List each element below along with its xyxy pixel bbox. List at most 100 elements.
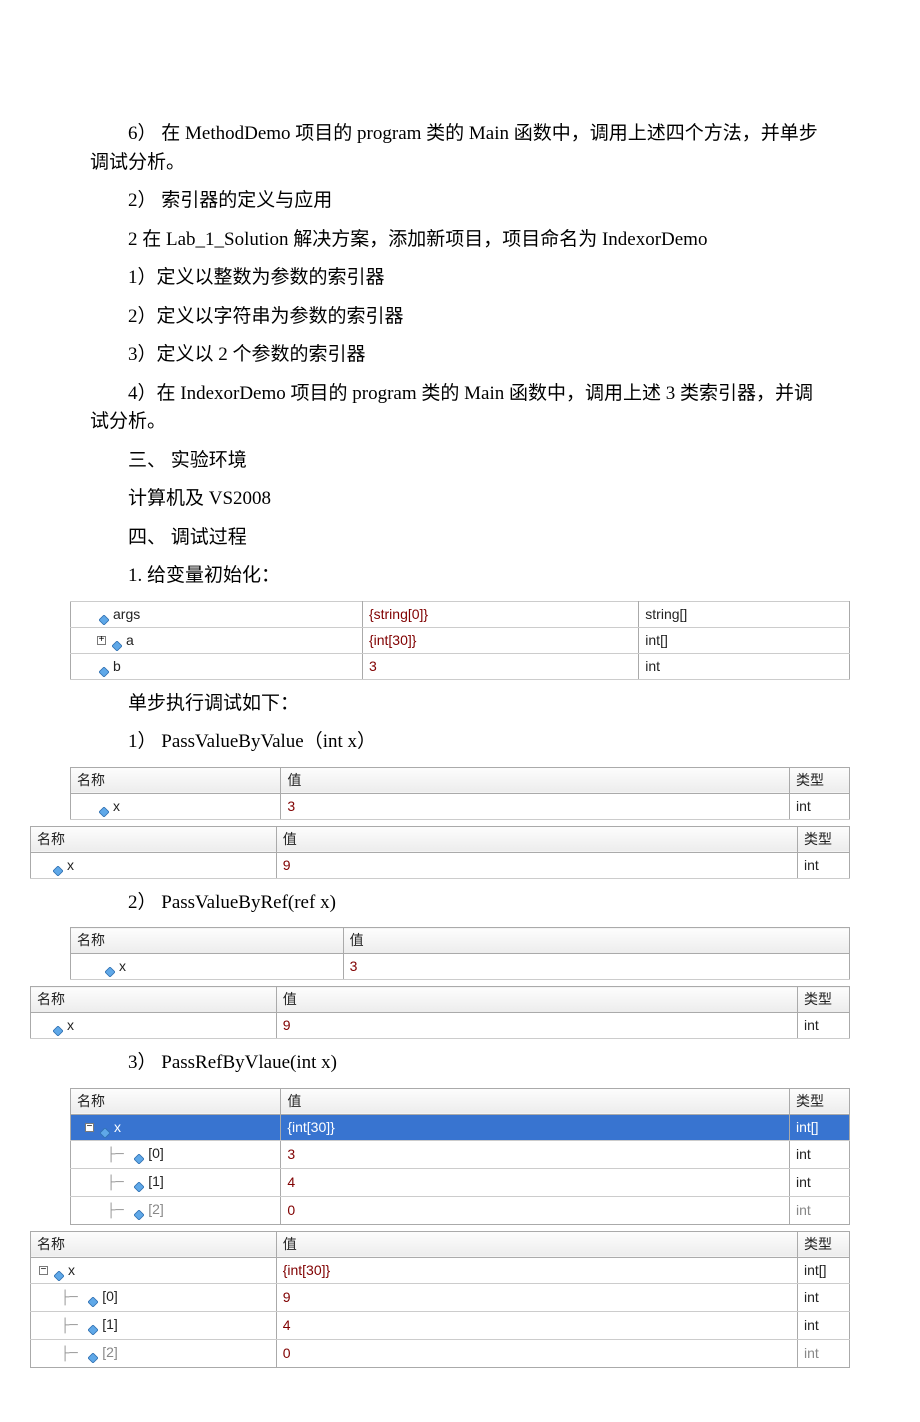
- variable-name: args: [113, 606, 140, 622]
- cell-type: int: [798, 1283, 850, 1311]
- variable-icon: [88, 1292, 98, 1302]
- paragraph: 1. 给变量初始化：: [90, 562, 830, 591]
- paragraph: 2 在 Lab_1_Solution 解决方案，添加新项目，项目命名为 Inde…: [90, 226, 830, 255]
- cell-type: int: [790, 1168, 850, 1196]
- cell-value: 0: [276, 1339, 797, 1367]
- variable-name: a: [126, 632, 134, 648]
- paragraph: 1）定义以整数为参数的索引器: [90, 264, 830, 293]
- column-header-value: 值: [281, 767, 790, 793]
- variable-icon: [53, 1021, 63, 1031]
- debug-watch-table-pvbr-after: 名称 值 类型 x9int: [30, 986, 850, 1039]
- column-header-type: 类型: [790, 1088, 850, 1114]
- column-header-name: 名称: [31, 987, 277, 1013]
- cell-type: int[]: [639, 627, 850, 653]
- cell-value: 9: [276, 1283, 797, 1311]
- paragraph: 单步执行调试如下：: [90, 690, 830, 719]
- debug-watch-table-pvbv-before: 名称 值 类型 x3int: [70, 767, 850, 820]
- cell-type: int: [798, 852, 850, 878]
- variable-icon: [99, 662, 109, 672]
- variable-icon: [134, 1205, 144, 1215]
- paragraph: 三、 实验环境: [90, 447, 830, 476]
- cell-name: −x: [31, 1257, 277, 1283]
- table-row: b3int: [71, 653, 850, 679]
- column-header-name: 名称: [71, 928, 344, 954]
- cell-name: +a: [71, 627, 363, 653]
- cell-value: 3: [343, 954, 849, 980]
- expand-icon[interactable]: +: [97, 636, 106, 645]
- tree-branch-icon: ├─: [107, 1147, 132, 1163]
- cell-name: ├─ [2]: [71, 1196, 281, 1224]
- cell-type: int[]: [790, 1114, 850, 1140]
- cell-type: int: [790, 793, 850, 819]
- variable-icon: [134, 1177, 144, 1187]
- table-row: ├─ [1]4int: [71, 1168, 850, 1196]
- cell-name: ├─ [1]: [71, 1168, 281, 1196]
- table-row: −x{int[30]}int[]: [31, 1257, 850, 1283]
- collapse-icon[interactable]: −: [85, 1123, 94, 1132]
- paragraph: 3） PassRefByVlaue(int x): [90, 1049, 830, 1078]
- table-row: −x{int[30]}int[]: [71, 1114, 850, 1140]
- cell-name: ├─ [0]: [31, 1283, 277, 1311]
- tree-branch-icon: ├─: [61, 1290, 86, 1306]
- cell-value: 3: [281, 1140, 790, 1168]
- variable-icon: [53, 861, 63, 871]
- cell-name: ├─ [2]: [31, 1339, 277, 1367]
- cell-type: int: [790, 1140, 850, 1168]
- cell-name: x: [31, 1013, 277, 1039]
- paragraph: 计算机及 VS2008: [90, 485, 830, 514]
- variable-icon: [88, 1348, 98, 1358]
- paragraph: 四、 调试过程: [90, 524, 830, 553]
- variable-icon: [105, 962, 115, 972]
- tree-branch-icon: ├─: [61, 1318, 86, 1334]
- variable-icon: [100, 1123, 110, 1133]
- table-row: x 9int: [31, 852, 850, 878]
- cell-type: string[]: [639, 601, 850, 627]
- variable-icon: [99, 610, 109, 620]
- paragraph: 1） PassValueByValue（int x）: [90, 728, 830, 757]
- cell-type: int: [790, 1196, 850, 1224]
- variable-name: b: [113, 658, 121, 674]
- document-page: 6） 在 MethodDemo 项目的 program 类的 Main 函数中，…: [0, 0, 920, 1422]
- paragraph: 2） 索引器的定义与应用: [90, 187, 830, 216]
- column-header-type: 类型: [790, 767, 850, 793]
- table-row: args{string[0]}string[]: [71, 601, 850, 627]
- cell-name: x: [71, 954, 344, 980]
- cell-value: 9: [276, 1013, 797, 1039]
- cell-name: ├─ [1]: [31, 1311, 277, 1339]
- debug-watch-table-pvbv-after: 名称 值 类型 x9int: [30, 826, 850, 879]
- column-header-type: 类型: [798, 987, 850, 1013]
- table-row: ├─ [1]4int: [31, 1311, 850, 1339]
- paragraph: 2）定义以字符串为参数的索引器: [90, 303, 830, 332]
- cell-name: x: [71, 793, 281, 819]
- cell-value: {int[30]}: [362, 627, 638, 653]
- debug-watch-table-pvbr-before: 名称 值 x3: [70, 927, 850, 980]
- debug-watch-table-prbv-after: 名称 值 类型 −x{int[30]}int[]├─ [0]9int├─ [1]…: [30, 1231, 850, 1368]
- paragraph: 4）在 IndexorDemo 项目的 program 类的 Main 函数中，…: [90, 380, 830, 437]
- paragraph: 2） PassValueByRef(ref x): [90, 889, 830, 918]
- variable-icon: [99, 802, 109, 812]
- variable-name: x: [67, 857, 74, 873]
- cell-value: 9: [276, 852, 797, 878]
- table-row: ├─ [0]3int: [71, 1140, 850, 1168]
- paragraph: 6） 在 MethodDemo 项目的 program 类的 Main 函数中，…: [90, 120, 830, 177]
- table-row: x 3int: [71, 793, 850, 819]
- cell-value: 4: [281, 1168, 790, 1196]
- variable-name: [1]: [148, 1173, 164, 1189]
- cell-value: {int[30]}: [276, 1257, 797, 1283]
- cell-value: 3: [281, 793, 790, 819]
- variable-name: x: [113, 798, 120, 814]
- cell-name: b: [71, 653, 363, 679]
- table-row: +a{int[30]}int[]: [71, 627, 850, 653]
- cell-type: int: [798, 1311, 850, 1339]
- column-header-value: 值: [276, 826, 797, 852]
- collapse-icon[interactable]: −: [39, 1266, 48, 1275]
- cell-type: int: [639, 653, 850, 679]
- table-row: ├─ [2]0int: [71, 1196, 850, 1224]
- cell-type: int: [798, 1339, 850, 1367]
- debug-watch-table-init: args{string[0]}string[]+a{int[30]}int[]b…: [70, 601, 850, 680]
- table-row: x3: [71, 954, 850, 980]
- column-header-value: 值: [276, 1231, 797, 1257]
- variable-name: x: [67, 1017, 74, 1033]
- cell-name: ├─ [0]: [71, 1140, 281, 1168]
- variable-name: x: [114, 1119, 121, 1135]
